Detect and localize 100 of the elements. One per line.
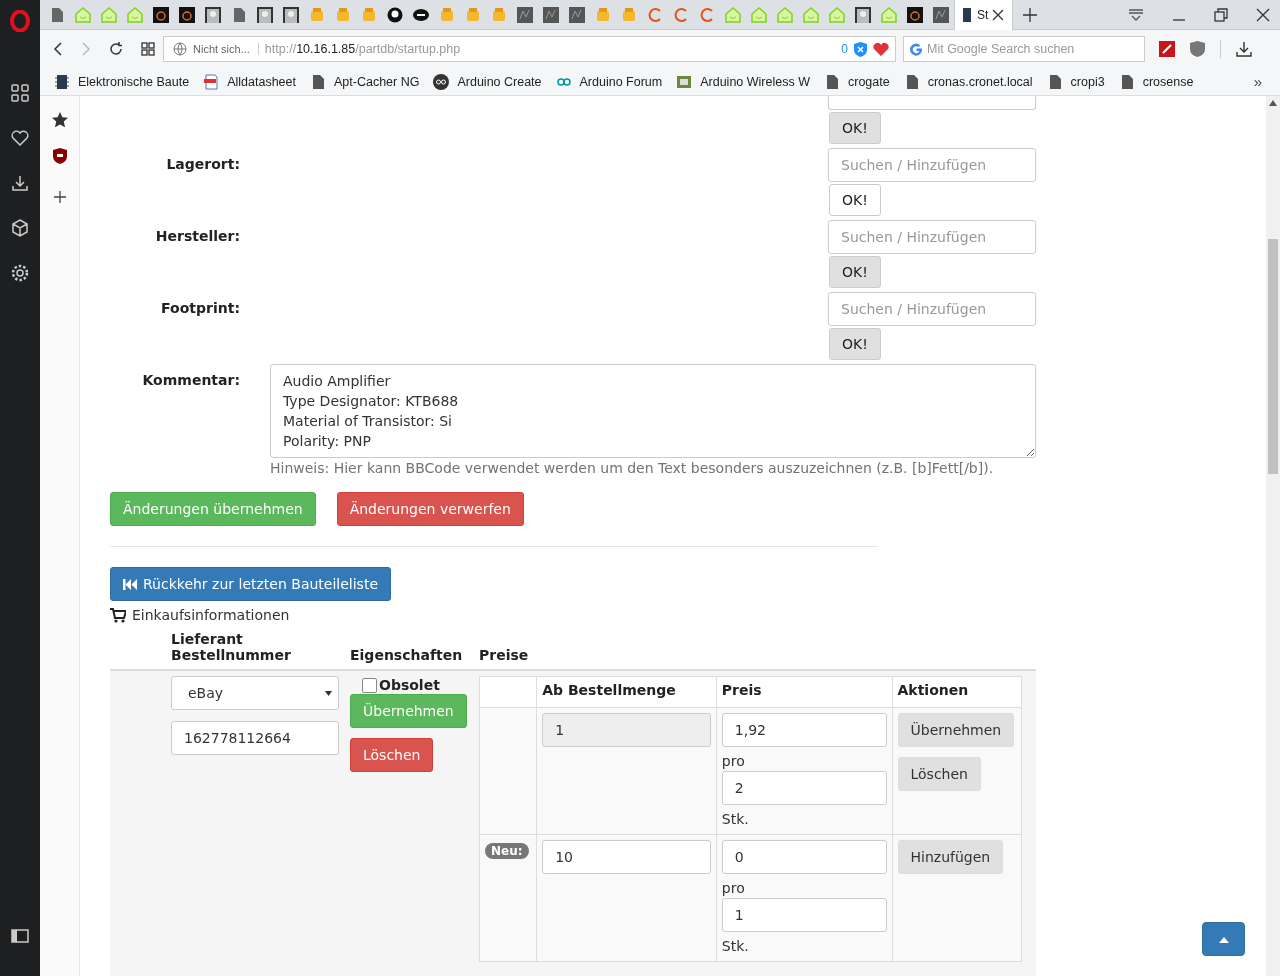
field-label: Kommentar: bbox=[141, 371, 240, 390]
apply-button[interactable]: Übernehmen bbox=[897, 713, 1015, 747]
field-label: Lagerort: bbox=[165, 155, 240, 174]
delete-button[interactable]: Löschen bbox=[350, 738, 434, 772]
security-label[interactable]: Nicht sich... bbox=[193, 43, 259, 55]
download-icon[interactable] bbox=[1236, 41, 1252, 57]
blocker-count: 0 bbox=[841, 42, 848, 56]
portrait-icon[interactable] bbox=[257, 6, 273, 23]
dark-square-icon[interactable] bbox=[153, 6, 169, 23]
ok-button[interactable]: OK! bbox=[829, 184, 881, 216]
add-icon[interactable] bbox=[53, 191, 66, 203]
ok-button[interactable]: OK! bbox=[829, 256, 881, 288]
price-field[interactable]: 1,92 bbox=[721, 713, 887, 747]
chip-icon bbox=[54, 73, 70, 90]
column-header: Aktionen bbox=[897, 682, 969, 698]
column-header: Eigenschaften bbox=[350, 647, 463, 663]
settings-icon[interactable] bbox=[11, 264, 29, 282]
portrait-icon[interactable] bbox=[283, 6, 299, 23]
address-field[interactable]: Nicht sich... http://10.16.1.85/partdb/startup.php 0 bbox=[163, 36, 896, 62]
column-header: Preis bbox=[721, 682, 762, 698]
infinity-icon bbox=[433, 73, 450, 90]
bookmark[interactable]: cronas.cronet.local bbox=[903, 73, 1033, 90]
ok-button[interactable]: OK! bbox=[829, 328, 881, 360]
speed-dial-icon[interactable] bbox=[11, 84, 29, 102]
board-icon bbox=[676, 73, 693, 90]
cube-icon[interactable] bbox=[11, 219, 29, 237]
delete-button[interactable]: Löschen bbox=[897, 757, 981, 791]
scrollbar-thumb[interactable] bbox=[1268, 239, 1278, 474]
dark-square-icon[interactable] bbox=[179, 6, 195, 23]
page-icon[interactable] bbox=[49, 6, 65, 23]
square-icon[interactable] bbox=[543, 6, 559, 23]
section-title: Einkaufsinformationen bbox=[132, 607, 290, 623]
square-icon[interactable] bbox=[517, 6, 533, 23]
chip-icon bbox=[961, 6, 973, 23]
column-header: Preise bbox=[479, 647, 529, 663]
bookmark[interactable]: crogate bbox=[823, 73, 890, 90]
column-header: Bestellnummer bbox=[171, 647, 291, 663]
back-icon[interactable] bbox=[53, 42, 63, 56]
bookmark[interactable]: cropi3 bbox=[1046, 73, 1105, 90]
close-icon[interactable] bbox=[992, 8, 1005, 21]
dark-square-icon[interactable] bbox=[907, 6, 923, 23]
skip-back-icon bbox=[123, 578, 137, 590]
column-header: Lieferant bbox=[171, 631, 244, 647]
obsolete-checkbox[interactable] bbox=[362, 677, 377, 693]
reload-icon[interactable] bbox=[109, 42, 123, 56]
supplier-select[interactable]: eBay bbox=[171, 676, 339, 710]
new-badge: Neu: bbox=[485, 843, 529, 859]
per-label: pro bbox=[721, 753, 746, 769]
square-icon[interactable] bbox=[933, 6, 949, 23]
scroll-up-icon[interactable] bbox=[1269, 100, 1277, 106]
bookmark[interactable]: Arduino Create bbox=[433, 73, 542, 90]
restore-icon[interactable] bbox=[1214, 7, 1228, 22]
bookmark[interactable]: Arduino Wireless W bbox=[676, 73, 810, 90]
heart-icon[interactable] bbox=[873, 42, 889, 56]
back-button[interactable]: Rückkehr zur letzten Bauteileliste bbox=[110, 567, 391, 601]
heart-icon[interactable] bbox=[11, 129, 29, 147]
tab-menu-icon[interactable] bbox=[1128, 7, 1144, 22]
portrait-icon[interactable] bbox=[855, 6, 871, 23]
more-bookmarks[interactable]: » bbox=[1253, 73, 1262, 90]
bookmark[interactable]: Elektronische Baute bbox=[54, 73, 190, 90]
globe-icon bbox=[173, 42, 187, 56]
bookmark[interactable]: Apt-Cacher NG bbox=[310, 73, 420, 90]
field-label: Footprint: bbox=[160, 299, 240, 318]
discard-button[interactable]: Änderungen verwerfen bbox=[336, 492, 524, 526]
browser-tab[interactable]: St bbox=[954, 0, 1014, 30]
star-icon[interactable] bbox=[51, 112, 68, 128]
pdf-icon bbox=[203, 73, 220, 90]
checkbox-label: Obsolet bbox=[379, 677, 440, 693]
bookmark[interactable]: Alldatasheet bbox=[203, 73, 296, 90]
order-number-field[interactable]: 162778112664 bbox=[171, 721, 339, 755]
ublock-icon[interactable] bbox=[1190, 41, 1205, 57]
close-icon[interactable] bbox=[1256, 7, 1270, 22]
shield-icon[interactable] bbox=[854, 41, 867, 57]
extension-icon[interactable] bbox=[1159, 41, 1175, 57]
page-icon bbox=[310, 73, 326, 90]
quantity-field[interactable]: 1 bbox=[542, 713, 711, 747]
bookmark[interactable]: Arduino Forum bbox=[555, 73, 663, 90]
ublock-icon[interactable] bbox=[52, 148, 67, 164]
unit-label: Stk. bbox=[721, 938, 750, 954]
comment-field[interactable]: Audio Amplifier Type Designator: KTB688 Material of Transistor: Si Polarity: PNP bbox=[270, 364, 1036, 458]
caret-up-icon bbox=[1218, 935, 1229, 943]
page-icon[interactable] bbox=[231, 6, 247, 23]
input-field[interactable] bbox=[828, 96, 1036, 110]
new-tab-icon[interactable] bbox=[1023, 7, 1038, 22]
portrait-icon[interactable] bbox=[205, 6, 221, 23]
price-field[interactable]: 0 bbox=[721, 840, 887, 874]
bookmark[interactable]: crosense bbox=[1118, 73, 1194, 90]
hint-text: Hinweis: Hier kann BBCode verwendet werden um den Text besonders auszuzeichnen (z.B. [b]Fett[/b]). bbox=[270, 460, 995, 476]
cart-icon bbox=[110, 607, 126, 623]
scroll-top-button[interactable] bbox=[1202, 922, 1245, 956]
unit-label: Stk. bbox=[721, 811, 750, 827]
tabs-grid-icon[interactable] bbox=[141, 42, 155, 56]
amount-field[interactable]: 2 bbox=[721, 771, 887, 805]
ok-button[interactable]: OK! bbox=[829, 112, 881, 144]
opera-logo[interactable] bbox=[10, 10, 30, 32]
amount-field[interactable]: 1 bbox=[721, 898, 887, 932]
quantity-field[interactable]: 10 bbox=[542, 840, 711, 874]
apply-button[interactable]: Hinzufügen bbox=[897, 840, 1004, 874]
sidebar-toggle-icon[interactable] bbox=[11, 929, 29, 943]
square-icon[interactable] bbox=[569, 6, 585, 23]
